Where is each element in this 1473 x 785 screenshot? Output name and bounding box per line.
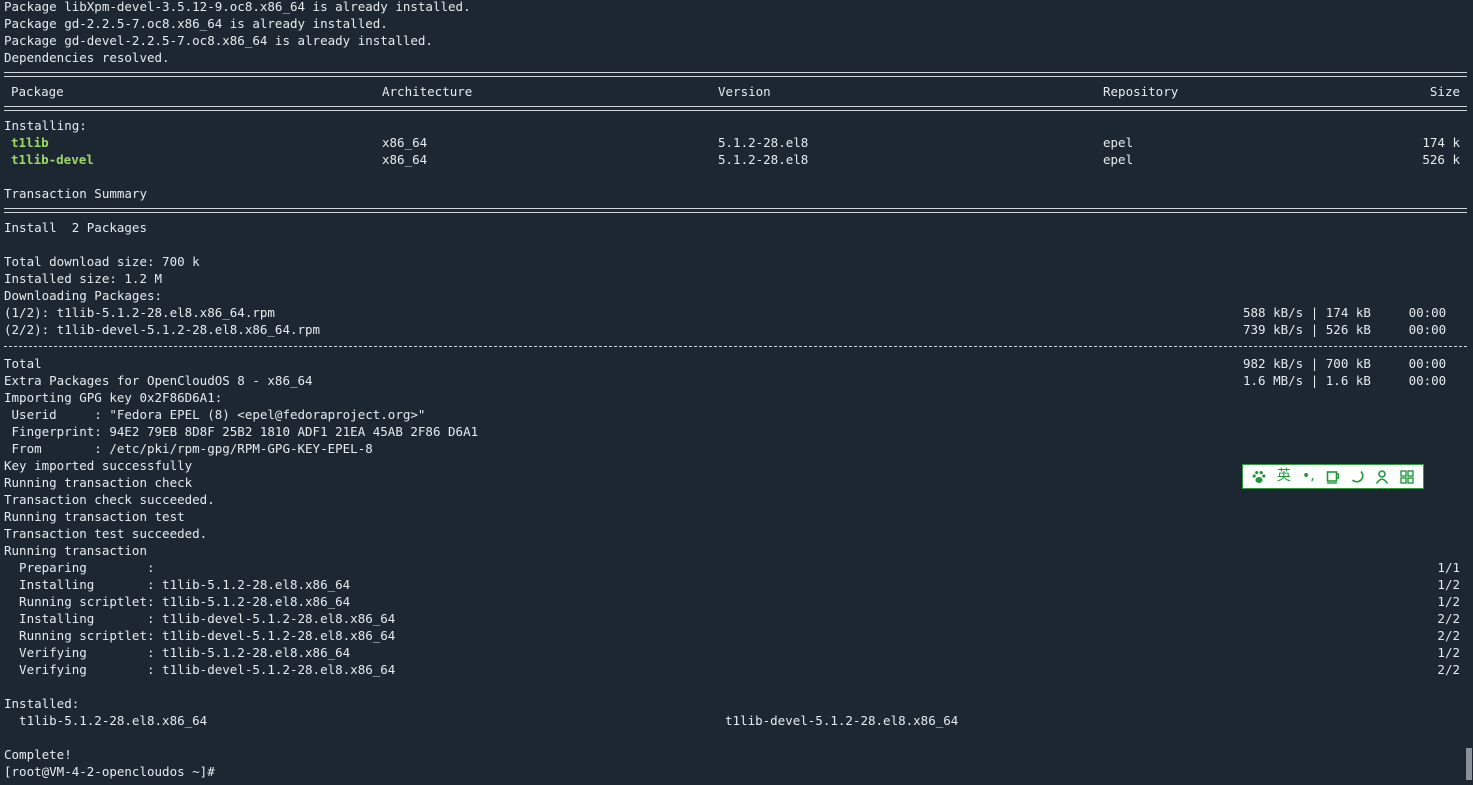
output-line: Transaction check succeeded.	[4, 492, 215, 507]
user-icon[interactable]	[1372, 467, 1392, 487]
output-line: Installed size: 1.2 M	[4, 271, 163, 286]
output-line: Transaction test succeeded.	[4, 526, 208, 541]
section-label: Installing:	[4, 118, 87, 133]
step-line: Installing : t1lib-devel-5.1.2-28.el8.x8…	[4, 611, 396, 626]
step-line: Verifying : t1lib-5.1.2-28.el8.x86_64	[4, 645, 351, 660]
row-package: t1lib	[11, 135, 49, 150]
header-size: Size	[1429, 84, 1460, 99]
download-stats: 588 kB/s | 174 kB 00:00	[1243, 305, 1447, 320]
output-line: Package libXpm-devel-3.5.12-9.oc8.x86_64…	[4, 0, 471, 14]
ime-toolbar[interactable]: 英 •,	[1242, 464, 1424, 489]
output-line: Dependencies resolved.	[4, 50, 170, 65]
total-stats: 1.6 MB/s | 1.6 kB 00:00	[1243, 373, 1447, 388]
output-line: Total download size: 700 k	[4, 254, 200, 269]
row-repo: epel	[1103, 135, 1134, 150]
output-line: Running transaction	[4, 543, 147, 558]
total-name: Total	[4, 356, 42, 371]
row-package: t1lib-devel	[11, 152, 94, 167]
step-count: 2/2	[1437, 662, 1460, 677]
paw-icon[interactable]	[1249, 467, 1269, 487]
output-line: Package gd-2.2.5-7.oc8.x86_64 is already…	[4, 16, 388, 31]
transaction-summary: Transaction Summary	[4, 186, 147, 201]
output-line: Fingerprint: 94E2 79EB 8D8F 25B2 1810 AD…	[4, 424, 479, 439]
row-version: 5.1.2-28.el8	[718, 135, 809, 150]
header-repository: Repository	[1103, 84, 1179, 99]
output-line: Downloading Packages:	[4, 288, 163, 303]
table-separator	[4, 106, 1467, 111]
row-version: 5.1.2-28.el8	[718, 152, 809, 167]
grid-icon[interactable]	[1397, 467, 1417, 487]
installed-item: t1lib-devel-5.1.2-28.el8.x86_64	[725, 713, 959, 728]
header-version: Version	[718, 84, 771, 99]
punctuation-toggle[interactable]: •,	[1298, 467, 1318, 487]
terminal-window[interactable]: Package libXpm-devel-3.5.12-9.oc8.x86_64…	[0, 0, 1473, 785]
step-count: 1/2	[1437, 594, 1460, 609]
step-line: Running scriptlet: t1lib-devel-5.1.2-28.…	[4, 628, 396, 643]
download-stats: 739 kB/s | 526 kB 00:00	[1243, 322, 1447, 337]
step-line: Verifying : t1lib-devel-5.1.2-28.el8.x86…	[4, 662, 396, 677]
output-line: Running transaction check	[4, 475, 193, 490]
step-line: Running scriptlet: t1lib-5.1.2-28.el8.x8…	[4, 594, 351, 609]
row-size: 174 k	[1422, 135, 1460, 150]
download-name: (2/2): t1lib-devel-5.1.2-28.el8.x86_64.r…	[4, 322, 321, 337]
shell-prompt[interactable]: [root@VM-4-2-opencloudos ~]#	[4, 763, 215, 780]
complete-message: Complete!	[4, 747, 72, 762]
output-line: Running transaction test	[4, 509, 185, 524]
header-package: Package	[11, 84, 64, 99]
step-count: 1/2	[1437, 645, 1460, 660]
total-name: Extra Packages for OpenCloudOS 8 - x86_6…	[4, 373, 313, 388]
step-line: Preparing :	[4, 560, 155, 575]
header-architecture: Architecture	[382, 84, 473, 99]
table-separator	[4, 208, 1467, 213]
cup-icon[interactable]	[1323, 467, 1343, 487]
output-line: From : /etc/pki/rpm-gpg/RPM-GPG-KEY-EPEL…	[4, 441, 373, 456]
output-line: Importing GPG key 0x2F86D6A1:	[4, 390, 223, 405]
row-size: 526 k	[1422, 152, 1460, 167]
install-line: Install 2 Packages	[4, 220, 147, 235]
output-line: Package gd-devel-2.2.5-7.oc8.x86_64 is a…	[4, 33, 433, 48]
download-name: (1/2): t1lib-5.1.2-28.el8.x86_64.rpm	[4, 305, 275, 320]
output-line: Key imported successfully	[4, 458, 193, 473]
scrollbar[interactable]	[1465, 0, 1473, 785]
step-count: 2/2	[1437, 611, 1460, 626]
step-line: Installing : t1lib-5.1.2-28.el8.x86_64	[4, 577, 351, 592]
step-count: 2/2	[1437, 628, 1460, 643]
output-line: Userid : "Fedora EPEL (8) <epel@fedorapr…	[4, 407, 426, 422]
installed-label: Installed:	[4, 696, 80, 711]
row-arch: x86_64	[382, 152, 428, 167]
total-stats: 982 kB/s | 700 kB 00:00	[1243, 356, 1447, 371]
dashed-separator	[4, 346, 1467, 347]
table-separator	[4, 72, 1467, 77]
scrollbar-thumb[interactable]	[1466, 748, 1472, 780]
row-repo: epel	[1103, 152, 1134, 167]
step-count: 1/1	[1437, 560, 1460, 575]
installed-item: t1lib-5.1.2-28.el8.x86_64	[4, 713, 208, 728]
language-toggle[interactable]: 英	[1274, 467, 1294, 487]
moon-icon[interactable]	[1348, 467, 1368, 487]
row-arch: x86_64	[382, 135, 428, 150]
step-count: 1/2	[1437, 577, 1460, 592]
